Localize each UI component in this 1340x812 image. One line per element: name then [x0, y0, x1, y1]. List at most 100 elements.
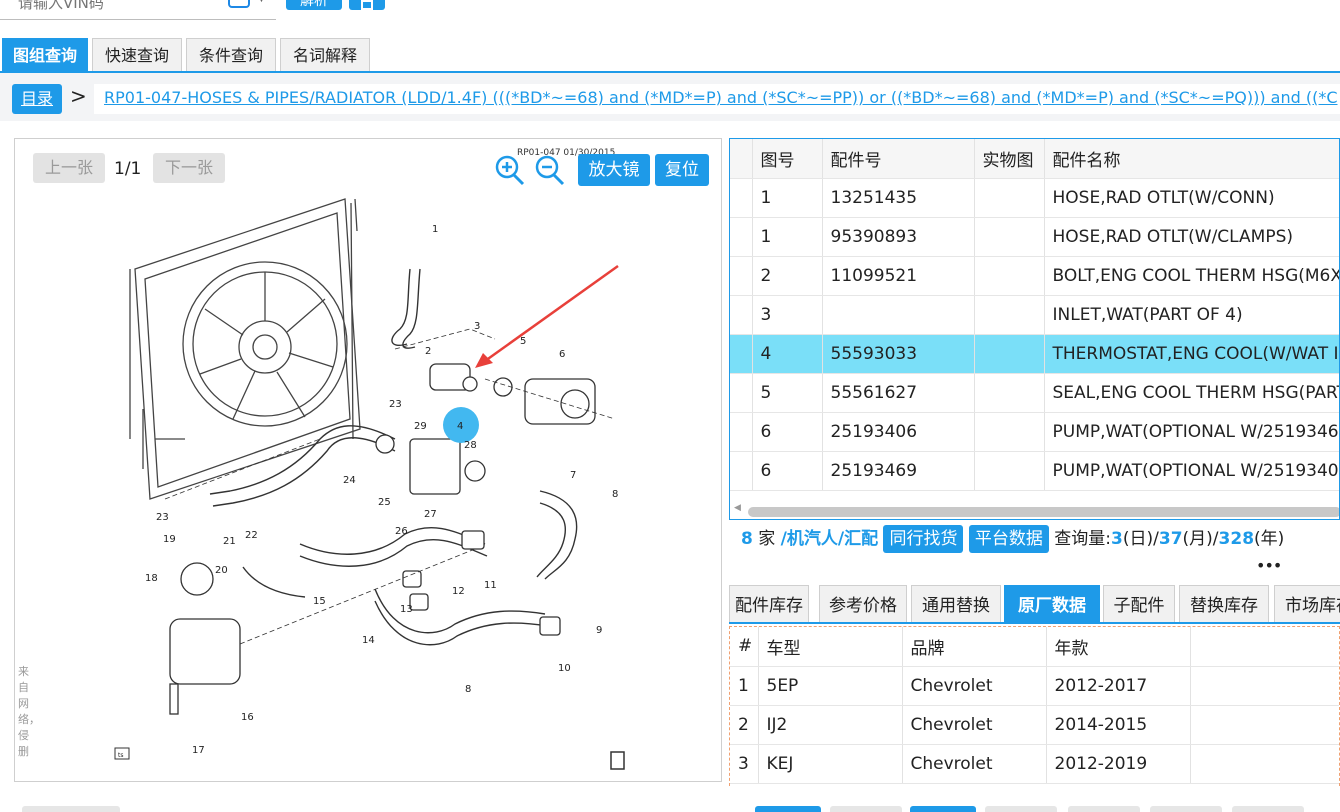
bottom-control-4[interactable]: [985, 806, 1057, 812]
cell-part-no[interactable]: 95390893: [822, 217, 975, 257]
tab-parts-stock[interactable]: 配件库存: [729, 585, 809, 623]
svg-text:29: 29: [414, 421, 427, 432]
svg-text:ts: ts: [118, 752, 123, 759]
table-row[interactable]: 2 IJ2 Chevrolet 2014-2015: [730, 705, 1339, 745]
cell-ref: 3: [752, 295, 823, 335]
camera-icon[interactable]: [228, 0, 250, 8]
vin-input[interactable]: [18, 0, 218, 14]
cell-ref: 6: [752, 451, 823, 491]
bottom-control-2[interactable]: [830, 806, 902, 812]
table-row[interactable]: 3 KEJ Chevrolet 2012-2019: [730, 744, 1339, 784]
cell-index: 3: [730, 744, 759, 784]
cell-ref: 1: [752, 217, 823, 257]
svg-text:8: 8: [465, 684, 471, 695]
supplier-count: 8: [741, 529, 753, 549]
query-day-unit: (日)/: [1122, 529, 1159, 549]
cell-image: [974, 373, 1045, 413]
svg-text:9: 9: [596, 625, 602, 636]
svg-text:23: 23: [389, 399, 402, 410]
table-row[interactable]: 1 13251435 HOSE,RAD OTLT(W/CONN): [730, 178, 1339, 218]
supplier-list-link[interactable]: /机汽人/汇配: [781, 529, 878, 549]
more-options-icon[interactable]: •••: [1256, 556, 1282, 575]
table-row-selected[interactable]: 4 55593033 THERMOSTAT,ENG COOL(W/WAT IN: [730, 334, 1339, 374]
svg-text:12: 12: [452, 586, 465, 597]
cell-name: THERMOSTAT,ENG COOL(W/WAT IN: [1044, 334, 1339, 374]
breadcrumb: 目录 > RP01-047-HOSES & PIPES/RADIATOR (LD…: [0, 73, 1340, 121]
cell-ref: 5: [752, 373, 823, 413]
horizontal-scrollbar[interactable]: ◀: [732, 503, 1339, 517]
cell-part-no[interactable]: 13251435: [822, 178, 975, 218]
tab-oem-data[interactable]: 原厂数据: [1004, 585, 1100, 623]
svg-text:20: 20: [215, 565, 228, 576]
query-year-value: 328: [1218, 529, 1255, 549]
models-table-header: # 车型 品牌 年款: [730, 627, 1339, 667]
chevron-down-icon[interactable]: ▼: [258, 0, 265, 4]
breadcrumb-path-link[interactable]: RP01-047-HOSES & PIPES/RADIATOR (LDD/1.4…: [94, 84, 1340, 114]
cell-brand: Chevrolet: [902, 705, 1047, 745]
tab-condition-query[interactable]: 条件查询: [186, 38, 276, 72]
bottom-control-1[interactable]: [755, 806, 821, 812]
tab-diagram-query[interactable]: 图组查询: [2, 38, 88, 72]
pointer-arrow-line: [484, 264, 619, 363]
cell-part-no[interactable]: 25193406: [822, 412, 975, 452]
cell-name: HOSE,RAD OTLT(W/CLAMPS): [1044, 217, 1339, 257]
parse-button[interactable]: 解析: [286, 0, 342, 10]
cell-part-no[interactable]: 11099521: [822, 256, 975, 296]
cell-part-no[interactable]: 25193469: [822, 451, 975, 491]
scrollbar-thumb[interactable]: [748, 507, 1339, 517]
svg-text:17: 17: [192, 745, 205, 756]
diagram-panel: 上一张 1/1 下一张 RP01-047 01/30/2015 放大镜 复位 1…: [14, 138, 722, 782]
tab-market-stock[interactable]: 市场库存: [1274, 585, 1340, 623]
col-header-ref: 图号: [752, 139, 823, 179]
cell-part-no[interactable]: [822, 295, 975, 335]
svg-text:5: 5: [520, 336, 526, 347]
tab-replacement-stock[interactable]: 替换库存: [1179, 585, 1269, 623]
table-row[interactable]: 1 95390893 HOSE,RAD OTLT(W/CLAMPS): [730, 217, 1339, 257]
svg-text:22: 22: [245, 530, 258, 541]
cell-years: 2012-2019: [1046, 744, 1191, 784]
table-row[interactable]: 2 11099521 BOLT,ENG COOL THERM HSG(M6X2: [730, 256, 1339, 296]
query-month-value: 37: [1158, 529, 1183, 549]
catalog-button[interactable]: 目录: [12, 84, 62, 114]
cell-name: PUMP,WAT(OPTIONAL W/25193406: [1044, 451, 1339, 491]
table-row[interactable]: 3 INLET,WAT(PART OF 4): [730, 295, 1339, 335]
table-row[interactable]: 6 25193406 PUMP,WAT(OPTIONAL W/25193469: [730, 412, 1339, 452]
svg-text:23: 23: [156, 512, 169, 523]
query-year-unit: (年): [1254, 529, 1285, 549]
peer-search-button[interactable]: 同行找货: [883, 525, 964, 553]
col-header-name: 配件名称: [1044, 139, 1339, 179]
cell-image: [974, 412, 1045, 452]
table-row[interactable]: 5 55561627 SEAL,ENG COOL THERM HSG(PART: [730, 373, 1339, 413]
cell-part-no[interactable]: 55593033: [822, 334, 975, 374]
svg-text:16: 16: [241, 712, 254, 723]
bottom-control-5[interactable]: [1068, 806, 1140, 812]
svg-text:8: 8: [612, 489, 618, 500]
parts-table-header: 图号 配件号 实物图 配件名称: [730, 139, 1339, 179]
bottom-control-7[interactable]: [1232, 806, 1304, 812]
detail-tabs: 配件库存 参考价格 通用替换 原厂数据 子配件 替换库存 市场库存: [729, 585, 1340, 623]
tab-generic-replacement[interactable]: 通用替换: [911, 585, 1001, 623]
bottom-control-3[interactable]: [910, 806, 976, 812]
scroll-left-icon[interactable]: ◀: [734, 503, 741, 513]
tab-sub-parts[interactable]: 子配件: [1103, 585, 1175, 623]
svg-text:14: 14: [362, 635, 375, 646]
tab-quick-query[interactable]: 快速查询: [92, 38, 182, 72]
cell-part-no[interactable]: 55561627: [822, 373, 975, 413]
svg-text:28: 28: [464, 440, 477, 451]
bottom-control-6[interactable]: [1150, 806, 1222, 812]
radiator-fan-assembly: [129, 198, 361, 500]
app-root: { "search": {"vin_placeholder": "请输入VIN码…: [0, 0, 1340, 812]
table-row[interactable]: 1 5EP Chevrolet 2012-2017: [730, 666, 1339, 706]
scan-button[interactable]: [349, 0, 385, 10]
table-row[interactable]: 6 25193469 PUMP,WAT(OPTIONAL W/25193406: [730, 451, 1339, 491]
cell-ref: 4: [752, 334, 823, 374]
cell-index: 1: [730, 666, 759, 706]
svg-text:21: 21: [223, 536, 236, 547]
bottom-control-left[interactable]: [22, 806, 120, 812]
scan-icon: [361, 0, 373, 10]
tab-glossary[interactable]: 名词解释: [280, 38, 370, 72]
cell-years: 2012-2017: [1046, 666, 1191, 706]
platform-data-button[interactable]: 平台数据: [968, 525, 1049, 553]
tab-reference-price[interactable]: 参考价格: [819, 585, 907, 623]
col-header-empty: [1190, 627, 1339, 667]
